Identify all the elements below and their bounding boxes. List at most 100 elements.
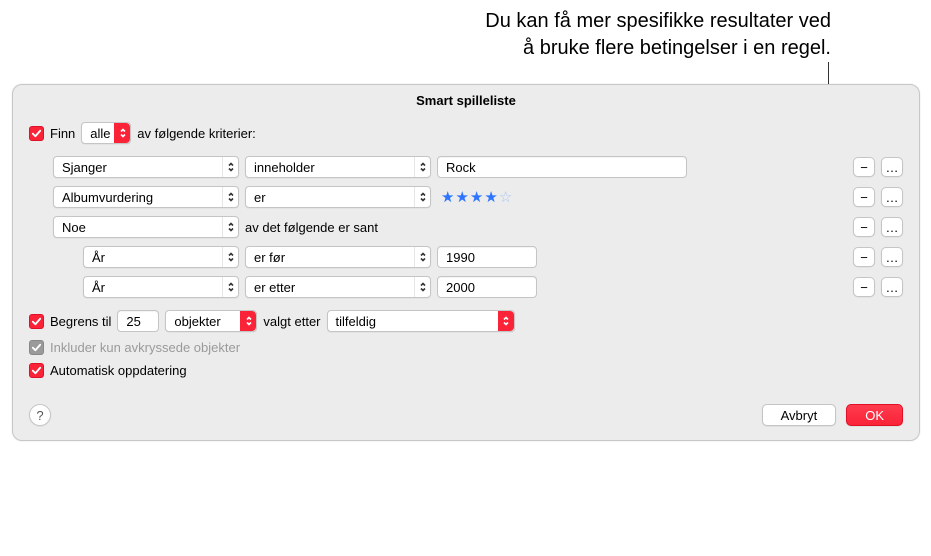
rule-group-select[interactable]: Noe bbox=[53, 216, 239, 238]
rule-group-header: Noe av det følgende er sant − … bbox=[53, 212, 903, 242]
chevron-updown-icon bbox=[222, 187, 238, 207]
chevron-updown-icon bbox=[114, 123, 130, 143]
more-rule-button[interactable]: … bbox=[881, 217, 903, 237]
rule-op-value: inneholder bbox=[254, 160, 315, 175]
cancel-button[interactable]: Avbryt bbox=[762, 404, 837, 426]
chevron-updown-icon bbox=[414, 157, 430, 177]
limit-row: Begrens til objekter valgt etter tilfeld… bbox=[29, 310, 903, 332]
chevron-updown-icon bbox=[222, 157, 238, 177]
rule-op-value: er bbox=[254, 190, 266, 205]
minus-icon: − bbox=[860, 280, 868, 295]
rule-group-op-text: av det følgende er sant bbox=[245, 220, 378, 235]
limit-unit-value: objekter bbox=[174, 314, 220, 329]
annotation-callout: Du kan få mer spesifikke resultater ved … bbox=[375, 8, 831, 62]
match-row: Finn alle av følgende kriterier: bbox=[29, 122, 903, 144]
rule-field-value: År bbox=[92, 250, 105, 265]
match-label-prefix: Finn bbox=[50, 126, 75, 141]
rule-row: År er etter − … bbox=[83, 272, 903, 302]
rule-field-value: År bbox=[92, 280, 105, 295]
rule-op-select[interactable]: er etter bbox=[245, 276, 431, 298]
star-icon: ★ bbox=[470, 190, 483, 205]
dialog-content: Finn alle av følgende kriterier: Sjanger… bbox=[13, 114, 919, 402]
rule-op-select[interactable]: inneholder bbox=[245, 156, 431, 178]
rule-field-value: Albumvurdering bbox=[62, 190, 153, 205]
minus-icon: − bbox=[860, 190, 868, 205]
limit-by-select[interactable]: tilfeldig bbox=[327, 310, 515, 332]
match-label-suffix: av følgende kriterier: bbox=[137, 126, 256, 141]
remove-rule-button[interactable]: − bbox=[853, 157, 875, 177]
more-rule-button[interactable]: … bbox=[881, 247, 903, 267]
rule-row: Sjanger inneholder − … bbox=[53, 152, 903, 182]
help-button[interactable]: ? bbox=[29, 404, 51, 426]
help-icon: ? bbox=[36, 408, 43, 423]
star-icon: ★ bbox=[455, 190, 468, 205]
rule-field-select[interactable]: Sjanger bbox=[53, 156, 239, 178]
more-icon: … bbox=[886, 280, 899, 295]
rule-op-value: er før bbox=[254, 250, 285, 265]
limit-by-value: tilfeldig bbox=[336, 314, 376, 329]
dialog-title: Smart spilleliste bbox=[13, 85, 919, 114]
limit-value-input[interactable] bbox=[117, 310, 159, 332]
rule-row: Albumvurdering er ★ ★ ★ ★ ☆ − … bbox=[53, 182, 903, 212]
limit-by-label: valgt etter bbox=[263, 314, 320, 329]
rule-row: År er før − … bbox=[83, 242, 903, 272]
more-icon: … bbox=[886, 160, 899, 175]
remove-rule-button[interactable]: − bbox=[853, 277, 875, 297]
live-update-label: Automatisk oppdatering bbox=[50, 363, 187, 378]
cancel-button-label: Avbryt bbox=[781, 408, 818, 423]
match-checkbox[interactable] bbox=[29, 126, 44, 141]
rule-value-input[interactable] bbox=[437, 276, 537, 298]
rating-stars[interactable]: ★ ★ ★ ★ ☆ bbox=[437, 190, 516, 205]
chevron-updown-icon bbox=[240, 311, 256, 331]
only-checked-row: Inkluder kun avkryssede objekter bbox=[29, 340, 903, 355]
limit-label: Begrens til bbox=[50, 314, 111, 329]
chevron-updown-icon bbox=[222, 217, 238, 237]
more-rule-button[interactable]: … bbox=[881, 157, 903, 177]
more-icon: … bbox=[886, 250, 899, 265]
more-rule-button[interactable]: … bbox=[881, 187, 903, 207]
more-icon: … bbox=[886, 190, 899, 205]
rule-group-value: Noe bbox=[62, 220, 86, 235]
limit-unit-select[interactable]: objekter bbox=[165, 310, 257, 332]
smart-playlist-dialog: Smart spilleliste Finn alle av følgende … bbox=[12, 84, 920, 441]
star-icon: ★ bbox=[484, 190, 497, 205]
minus-icon: − bbox=[860, 250, 868, 265]
only-checked-label: Inkluder kun avkryssede objekter bbox=[50, 340, 240, 355]
chevron-updown-icon bbox=[222, 277, 238, 297]
more-icon: … bbox=[886, 220, 899, 235]
dialog-footer: ? Avbryt OK bbox=[13, 402, 919, 440]
minus-icon: − bbox=[860, 160, 868, 175]
chevron-updown-icon bbox=[414, 247, 430, 267]
match-mode-value: alle bbox=[90, 126, 110, 141]
live-update-row: Automatisk oppdatering bbox=[29, 363, 903, 378]
ok-button[interactable]: OK bbox=[846, 404, 903, 426]
rule-field-select[interactable]: År bbox=[83, 246, 239, 268]
remove-rule-button[interactable]: − bbox=[853, 247, 875, 267]
chevron-updown-icon bbox=[414, 277, 430, 297]
limit-checkbox[interactable] bbox=[29, 314, 44, 329]
star-icon: ★ bbox=[441, 190, 454, 205]
rule-field-select[interactable]: År bbox=[83, 276, 239, 298]
chevron-updown-icon bbox=[498, 311, 514, 331]
minus-icon: − bbox=[860, 220, 868, 235]
rule-value-input[interactable] bbox=[437, 246, 537, 268]
annotation-line-1: Du kan få mer spesifikke resultater ved bbox=[375, 8, 831, 35]
more-rule-button[interactable]: … bbox=[881, 277, 903, 297]
annotation-line-2: å bruke flere betingelser i en regel. bbox=[375, 35, 831, 62]
rule-value-input[interactable] bbox=[437, 156, 687, 178]
rule-field-select[interactable]: Albumvurdering bbox=[53, 186, 239, 208]
rule-op-value: er etter bbox=[254, 280, 295, 295]
rules-container: Sjanger inneholder − … Albumvurdering bbox=[29, 152, 903, 302]
ok-button-label: OK bbox=[865, 408, 884, 423]
match-mode-select[interactable]: alle bbox=[81, 122, 131, 144]
live-update-checkbox[interactable] bbox=[29, 363, 44, 378]
rule-op-select[interactable]: er bbox=[245, 186, 431, 208]
chevron-updown-icon bbox=[414, 187, 430, 207]
rule-op-select[interactable]: er før bbox=[245, 246, 431, 268]
remove-rule-button[interactable]: − bbox=[853, 217, 875, 237]
star-icon: ☆ bbox=[499, 190, 512, 205]
remove-rule-button[interactable]: − bbox=[853, 187, 875, 207]
only-checked-checkbox bbox=[29, 340, 44, 355]
chevron-updown-icon bbox=[222, 247, 238, 267]
rule-field-value: Sjanger bbox=[62, 160, 107, 175]
